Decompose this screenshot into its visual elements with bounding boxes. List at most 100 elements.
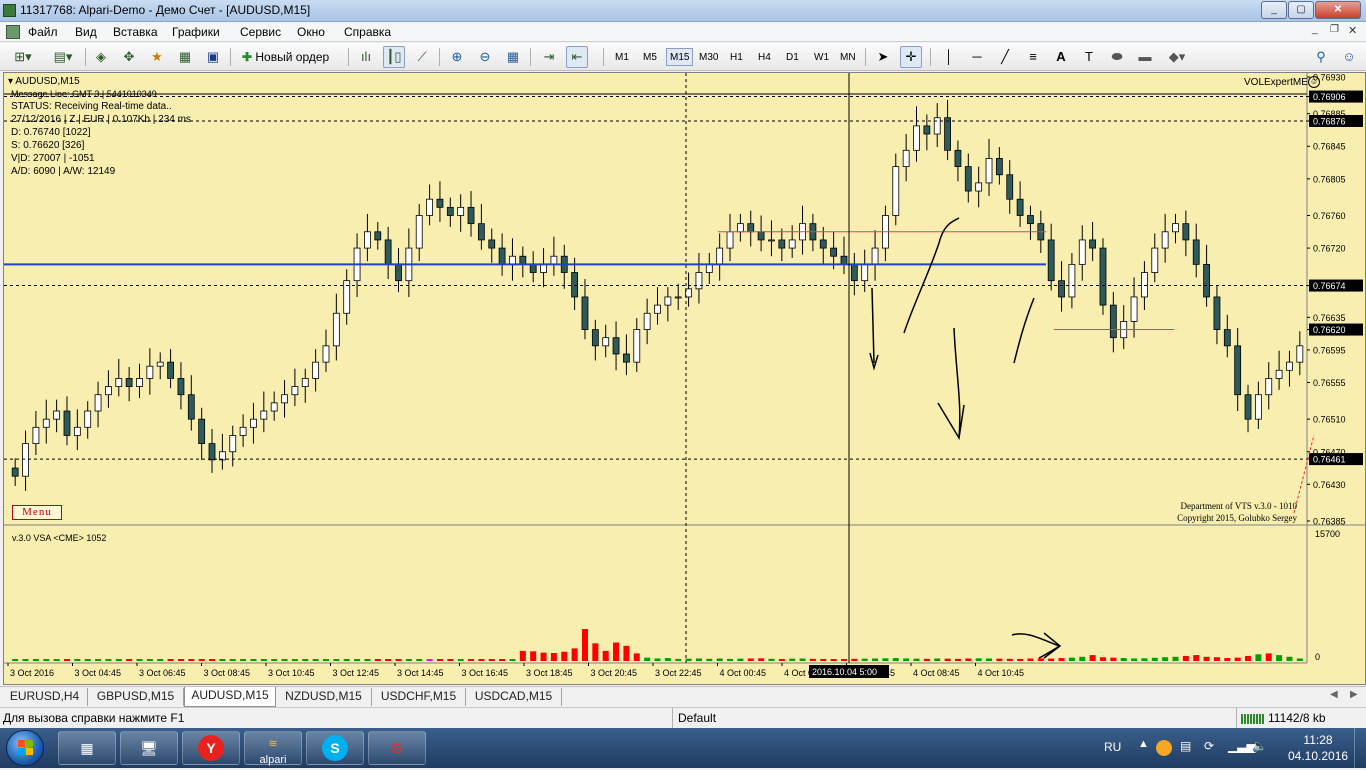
chart-shift-icon[interactable]: ⇥ [538,46,560,68]
channel-icon[interactable]: ≡ [1022,46,1044,68]
candle-body [509,255,516,265]
taskbar-app-icon[interactable]: G [368,731,426,765]
vertical-line-icon[interactable]: │ [938,46,960,68]
volume-bar [405,659,412,661]
volume-scale-min: 0 [1315,652,1320,662]
tray-sync-icon[interactable]: ⟳ [1204,739,1214,753]
timeframe-m30[interactable]: M30 [695,48,722,66]
timeframe-h4[interactable]: H4 [754,48,775,66]
navigator-icon[interactable]: ✥ [118,46,140,68]
zoom-in-icon[interactable]: ⊕ [446,46,468,68]
crosshair-icon[interactable]: ✛ [900,46,922,68]
tile-windows-icon[interactable]: ▦ [502,46,524,68]
timeframe-m15[interactable]: M15 [666,48,694,66]
timeframe-mn[interactable]: MN [836,48,860,66]
timeframe-m5[interactable]: M5 [639,48,661,66]
tabs-scroll-right-icon[interactable]: ▶ [1350,689,1358,700]
strategy-tester-icon[interactable]: ▦ [174,46,196,68]
trendline-icon[interactable]: ╱ [994,46,1016,68]
tab-usdcad-m15[interactable]: USDCAD,M15 [466,688,562,706]
candlestick-chart-icon[interactable]: ┃▯ [383,46,405,68]
tab-eurusd-h4[interactable]: EURUSD,H4 [2,688,88,706]
candle-body [1006,174,1014,200]
mdi-minimize-icon[interactable]: _ [1312,24,1318,35]
menu-charts[interactable]: Графики [172,25,220,39]
timeframe-m1[interactable]: M1 [611,48,633,66]
candle-body [654,304,661,314]
timeframe-d1[interactable]: D1 [782,48,803,66]
volume-bar [737,658,744,661]
close-button[interactable]: ✕ [1315,1,1361,19]
expert-smile-icon[interactable]: ☺ [1308,76,1320,88]
history-center-icon[interactable]: ▣ [202,46,224,68]
volume-bar [1099,657,1106,661]
tab-gbpusd-m15[interactable]: GBPUSD,M15 [88,688,184,706]
cursor-icon[interactable]: ➤ [872,46,894,68]
rectangle-icon[interactable]: ▬ [1134,46,1156,68]
arrows-dropdown-icon[interactable]: ◆▾ [1162,46,1192,68]
tray-app-icon[interactable] [1156,740,1172,756]
info-supply: S: 0.76620 [326] [11,140,85,151]
alpari-logo-icon: ≋ [268,738,278,750]
candle-body [94,394,102,412]
candle-body [768,239,775,242]
taskbar-calculator-icon[interactable]: ▦ [58,731,116,765]
auto-scroll-icon[interactable]: ⇤ [566,46,588,68]
line-chart-icon[interactable]: ⟋ [411,46,433,68]
bar-chart-icon[interactable]: ılı [355,46,377,68]
candle-body [726,231,734,249]
zoom-out-icon[interactable]: ⊖ [474,46,496,68]
language-indicator[interactable]: RU [1104,740,1121,754]
chart-canvas[interactable]: 0.769300.769060.768850.768760.768450.768… [4,73,1365,684]
menu-tools[interactable]: Сервис [240,25,281,39]
volume-bar [167,659,174,661]
tray-network-icon[interactable]: ▤ [1180,739,1191,753]
profiles-icon[interactable]: ▤▾ [46,46,80,68]
ellipse-icon[interactable]: ⬬ [1106,46,1128,68]
start-button[interactable] [6,730,44,766]
terminal-icon[interactable]: ★ [146,46,168,68]
menu-help[interactable]: Справка [344,25,391,39]
horizontal-line-icon[interactable]: ─ [966,46,988,68]
menu-window[interactable]: Окно [297,25,325,39]
minimize-button[interactable]: _ [1261,1,1287,19]
volume-bar [799,658,806,661]
volume-bar [385,659,392,661]
time-tick-label: 3 Oct 18:45 [526,668,573,678]
new-chart-icon[interactable]: ⊞▾ [6,46,40,68]
timeframe-w1[interactable]: W1 [810,48,833,66]
timeframe-h1[interactable]: H1 [726,48,747,66]
menu-file[interactable]: Файл [28,25,58,39]
tabs-scroll-left-icon[interactable]: ◀ [1330,689,1338,700]
menu-insert[interactable]: Вставка [113,25,158,39]
menu-view[interactable]: Вид [75,25,97,39]
taskbar-yandex-icon[interactable]: Y [182,731,240,765]
text-label-icon[interactable]: T [1078,46,1100,68]
show-desktop-button[interactable] [1354,728,1366,768]
tray-volume-icon[interactable]: 🔈 [1252,739,1267,753]
tab-audusd-m15[interactable]: AUDUSD,M15 [184,687,276,707]
search-icon[interactable]: ⚲ [1310,46,1332,68]
candle-body [146,365,154,379]
volume-bar [209,659,216,661]
mdi-close-icon[interactable]: ✕ [1348,24,1357,37]
taskbar-computer-icon[interactable]: 🖥 [120,731,178,765]
maximize-button[interactable]: ▢ [1288,1,1314,19]
taskbar-alpari-app[interactable]: ≋ alpari [244,731,302,766]
candle-body [1068,263,1076,298]
mdi-restore-icon[interactable]: ❐ [1330,24,1339,35]
price-tick-label: 0.76720 [1313,244,1346,254]
info-date: 27/12/2016 | Z | EUR | 0.107Kb | 234 ms [11,114,191,125]
text-tool-icon[interactable]: A [1050,46,1072,68]
volume-bar [1110,657,1117,661]
candle-body [1058,280,1065,298]
chart-menu-button[interactable]: Menu [12,505,62,520]
tab-usdchf-m15[interactable]: USDCHF,M15 [372,688,466,706]
chart-window[interactable]: 0.76930 0.76906 0.76885 0.76876 0.76845 0.768… [3,72,1366,685]
tray-expand-icon[interactable]: ▲ [1138,738,1149,750]
tab-nzdusd-m15[interactable]: NZDUSD,M15 [276,688,372,706]
taskbar-skype-icon[interactable]: S [306,731,364,765]
user-icon[interactable]: ☺ [1338,46,1360,68]
new-order-button[interactable]: ✚ Новый ордер [238,46,333,68]
market-watch-icon[interactable]: ◈ [90,46,112,68]
